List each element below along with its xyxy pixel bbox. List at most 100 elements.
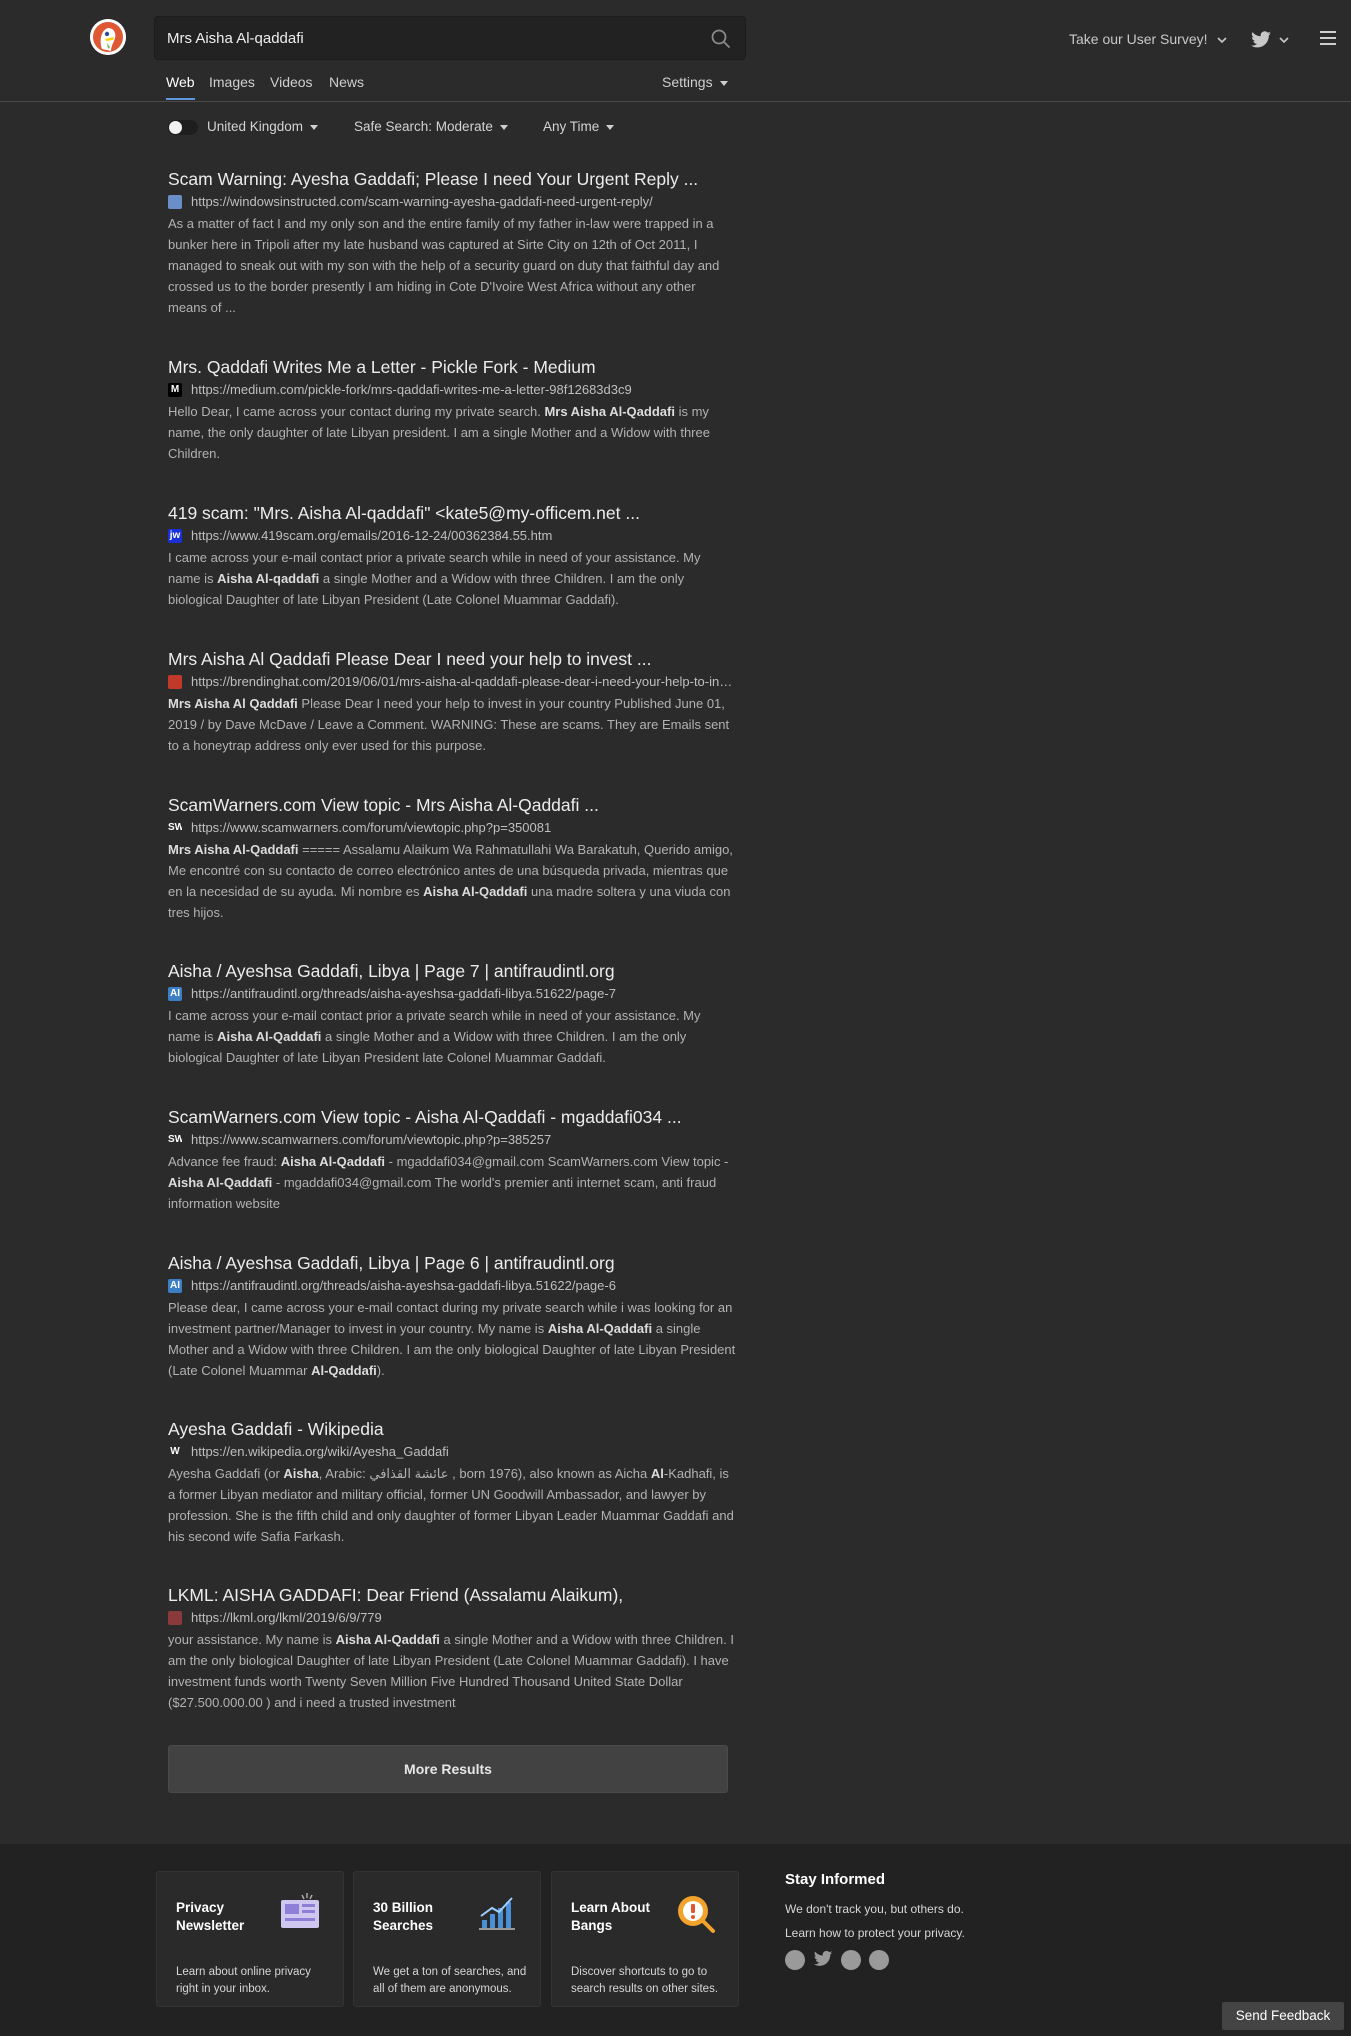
search-box[interactable] xyxy=(154,16,746,60)
more-results-button[interactable]: More Results xyxy=(168,1745,728,1793)
result-snippet: Please dear, I came across your e-mail c… xyxy=(168,1297,736,1381)
result-snippet: Mrs Aisha Al Qaddafi Please Dear I need … xyxy=(168,693,736,756)
tab-videos[interactable]: Videos xyxy=(270,74,313,98)
result-title-link[interactable]: Aisha / Ayeshsa Gaddafi, Libya | Page 6 … xyxy=(168,1252,736,1274)
email-icon[interactable] xyxy=(869,1950,889,1970)
send-feedback-button[interactable]: Send Feedback xyxy=(1222,2002,1344,2030)
site-favicon-icon: SW xyxy=(168,1133,182,1147)
globe-icon[interactable] xyxy=(785,1950,805,1970)
snippet-highlight: Aisha xyxy=(283,1466,319,1481)
stay-informed-line: We don't track you, but others do. xyxy=(785,1902,964,1916)
user-survey-label: Take our User Survey! xyxy=(1069,31,1208,47)
region-label: United Kingdom xyxy=(207,119,304,134)
result-url-row: jw https://www.419scam.org/emails/2016-12… xyxy=(168,526,736,546)
privacy-newsletter-card[interactable]: Privacy Newsletter Learn about online pr… xyxy=(156,1871,344,2007)
site-favicon-icon xyxy=(168,1611,182,1625)
hamburger-menu-icon[interactable] xyxy=(1320,31,1336,45)
snippet-highlight: Mrs Aisha Al-Qaddafi xyxy=(544,404,675,419)
card-title: 30 Billion Searches xyxy=(373,1900,434,1933)
snippet-highlight: Al xyxy=(650,1466,664,1481)
result-url[interactable]: https://antifraudintl.org/threads/aisha-… xyxy=(191,986,736,1001)
result-snippet: Advance fee fraud: Aisha Al-Qaddafi - mg… xyxy=(168,1151,736,1214)
site-favicon-icon xyxy=(168,195,182,209)
snippet-highlight: Mrs Aisha Al Qaddafi xyxy=(168,696,298,711)
result-item: ScamWarners.com View topic - Mrs Aisha A… xyxy=(168,794,736,923)
snippet-highlight: Aisha Al-Qaddafi xyxy=(217,1029,322,1044)
tab-news[interactable]: News xyxy=(329,74,364,98)
privacy-tips-link[interactable]: Learn how to protect your privacy. xyxy=(785,1921,1045,1945)
safe-search-label: Safe Search: Moderate xyxy=(354,119,493,134)
snippet-text: your assistance. My name is xyxy=(168,1632,336,1647)
result-url-row: SW https://www.scamwarners.com/forum/view… xyxy=(168,1130,736,1150)
result-snippet: Ayesha Gaddafi (or Aisha, Arabic: عائشة … xyxy=(168,1463,736,1547)
result-title-link[interactable]: 419 scam: "Mrs. Aisha Al-qaddafi" <kate5… xyxy=(168,502,736,524)
caret-down-icon xyxy=(606,124,615,130)
result-url-row: https://lkml.org/lkml/2019/6/9/779 xyxy=(168,1608,736,1628)
result-title-link[interactable]: Mrs Aisha Al Qaddafi Please Dear I need … xyxy=(168,648,736,670)
result-title-link[interactable]: Mrs. Qaddafi Writes Me a Letter - Pickle… xyxy=(168,356,736,378)
stay-informed: Stay Informed We don't track you, but ot… xyxy=(785,1871,1045,1972)
reddit-icon[interactable] xyxy=(841,1950,861,1970)
snippet-text: - mgaddafi034@gmail.com ScamWarners.com … xyxy=(385,1154,729,1169)
stay-informed-text: We don't track you, but others do. Learn… xyxy=(785,1897,1045,1945)
result-url[interactable]: https://brendinghat.com/2019/06/01/mrs-a… xyxy=(191,674,736,689)
duckduckgo-logo[interactable] xyxy=(90,19,126,55)
user-survey-link[interactable]: Take our User Survey! xyxy=(1069,31,1227,47)
safe-search-dropdown[interactable]: Safe Search: Moderate xyxy=(354,119,508,134)
result-title-link[interactable]: ScamWarners.com View topic - Aisha Al-Qa… xyxy=(168,1106,736,1128)
region-toggle[interactable] xyxy=(168,120,198,135)
billion-searches-card[interactable]: 30 Billion Searches We get a ton of sear… xyxy=(353,1871,541,2007)
site-favicon-icon: W xyxy=(168,1445,182,1459)
learn-bangs-card[interactable]: Learn About Bangs Discover shortcuts to … xyxy=(551,1871,739,2007)
result-item: 419 scam: "Mrs. Aisha Al-qaddafi" <kate5… xyxy=(168,502,736,610)
result-snippet: I came across your e-mail contact prior … xyxy=(168,547,736,610)
result-url[interactable]: https://antifraudintl.org/threads/aisha-… xyxy=(191,1278,736,1293)
result-url-row: https://windowsinstructed.com/scam-warni… xyxy=(168,192,736,212)
result-url-row: Mhttps://medium.com/pickle-fork/mrs-qadd… xyxy=(168,380,736,400)
snippet-highlight: Aisha Al-Qaddafi xyxy=(168,1175,273,1190)
search-icon[interactable] xyxy=(711,29,731,49)
result-item: Mrs Aisha Al Qaddafi Please Dear I need … xyxy=(168,648,736,756)
site-favicon-icon: M xyxy=(168,383,182,397)
caret-down-icon xyxy=(499,124,508,130)
search-input[interactable] xyxy=(167,17,697,59)
settings-dropdown[interactable]: Settings xyxy=(662,74,728,90)
tab-web[interactable]: Web xyxy=(166,74,195,100)
site-favicon-icon: SW xyxy=(168,821,182,835)
result-snippet: As a matter of fact I and my only son an… xyxy=(168,213,736,318)
chart-icon xyxy=(474,1890,520,1936)
result-title-link[interactable]: LKML: AISHA GADDAFI: Dear Friend (Assala… xyxy=(168,1584,736,1606)
region-dropdown[interactable]: United Kingdom xyxy=(207,119,319,134)
result-url[interactable]: https://medium.com/pickle-fork/mrs-qadda… xyxy=(191,382,736,397)
time-filter-label: Any Time xyxy=(543,119,600,134)
chevron-down-icon xyxy=(1279,37,1289,44)
time-filter-dropdown[interactable]: Any Time xyxy=(543,119,615,134)
result-url[interactable]: https://www.scamwarners.com/forum/viewto… xyxy=(191,820,736,835)
result-url[interactable]: https://windowsinstructed.com/scam-warni… xyxy=(191,194,736,209)
result-title-link[interactable]: Ayesha Gaddafi - Wikipedia xyxy=(168,1418,736,1440)
snippet-highlight: Aisha Al-Qaddafi xyxy=(280,1154,386,1169)
result-item: Mrs. Qaddafi Writes Me a Letter - Pickle… xyxy=(168,356,736,464)
result-url-row: AI https://antifraudintl.org/threads/aish… xyxy=(168,984,736,1004)
card-text: Learn about online privacy right in your… xyxy=(176,1966,311,1995)
result-title-link[interactable]: Scam Warning: Ayesha Gaddafi; Please I n… xyxy=(168,168,736,190)
newsletter-icon xyxy=(277,1890,323,1936)
card-title: Learn About Bangs xyxy=(571,1900,650,1933)
tab-images[interactable]: Images xyxy=(209,74,255,98)
result-item: Aisha / Ayeshsa Gaddafi, Libya | Page 7 … xyxy=(168,960,736,1068)
twitter-icon xyxy=(1251,31,1271,48)
snippet-text: Advance fee fraud: xyxy=(168,1154,281,1169)
result-snippet: your assistance. My name is Aisha Al-Qad… xyxy=(168,1629,736,1713)
result-url-row: Whttps://en.wikipedia.org/wiki/Ayesha_Ga… xyxy=(168,1442,736,1462)
result-url[interactable]: https://en.wikipedia.org/wiki/Ayesha_Gad… xyxy=(191,1444,736,1459)
result-url[interactable]: https://www.scamwarners.com/forum/viewto… xyxy=(191,1132,736,1147)
result-title-link[interactable]: Aisha / Ayeshsa Gaddafi, Libya | Page 7 … xyxy=(168,960,736,982)
snippet-text: Ayesha Gaddafi (or xyxy=(168,1466,284,1481)
result-title-link[interactable]: ScamWarners.com View topic - Mrs Aisha A… xyxy=(168,794,736,816)
result-url[interactable]: https://lkml.org/lkml/2019/6/9/779 xyxy=(191,1610,736,1625)
result-url[interactable]: https://www.419scam.org/emails/2016-12-2… xyxy=(191,528,736,543)
result-snippet: Mrs Aisha Al-Qaddafi ===== Assalamu Alai… xyxy=(168,839,736,923)
twitter-menu[interactable] xyxy=(1250,29,1292,51)
twitter-icon[interactable] xyxy=(813,1950,833,1973)
snippet-text: , Arabic: عائشة القذافي , born 1976), al… xyxy=(318,1466,651,1481)
